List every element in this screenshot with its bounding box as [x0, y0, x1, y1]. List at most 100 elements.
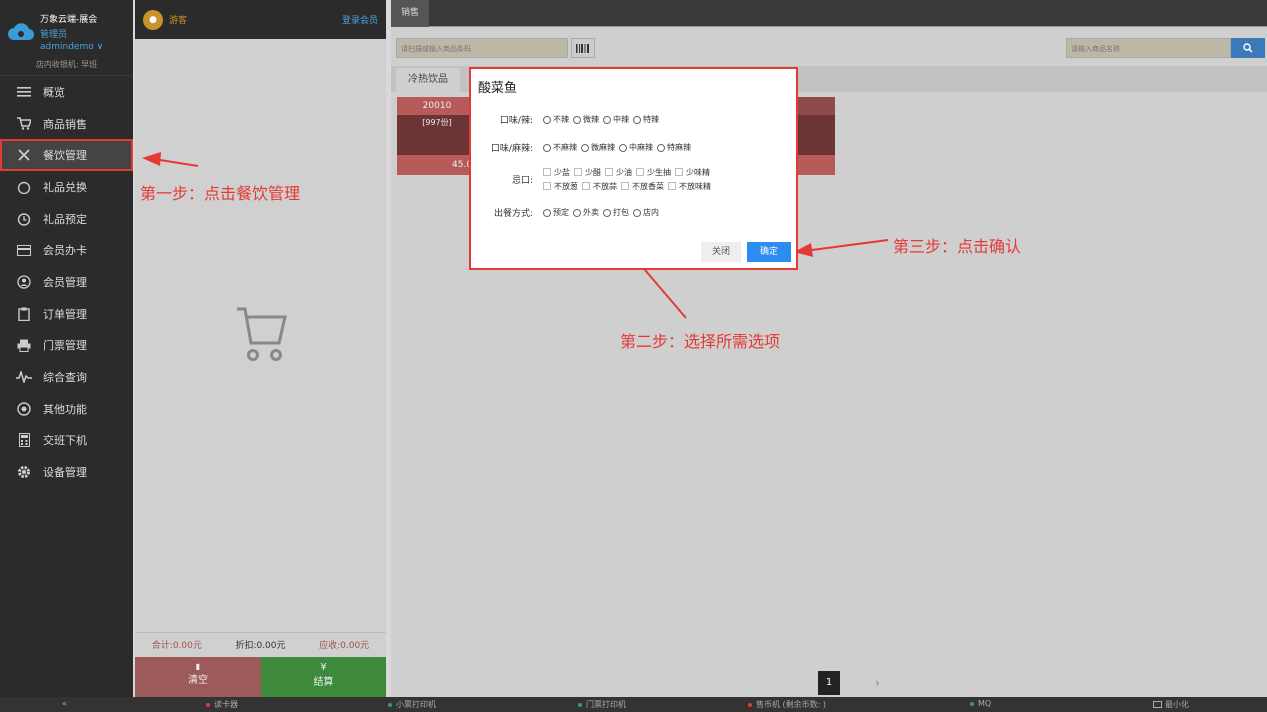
shift-info: 店内收银机: 早班	[35, 60, 98, 69]
numb-option[interactable]: 微麻辣	[581, 142, 615, 153]
pulse-icon	[15, 369, 33, 385]
serve-option[interactable]: 店内	[633, 207, 659, 218]
close-button[interactable]: 关闭	[701, 242, 741, 262]
radio-icon	[619, 143, 627, 152]
status-label: 门票打印机	[586, 700, 626, 709]
option-label: 不麻辣	[553, 143, 577, 152]
status-receipt-printer: 小票打印机	[388, 699, 436, 710]
barcode-input[interactable]: 请扫描或输入商品条码	[396, 38, 568, 58]
nav-label: 设备管理	[43, 466, 87, 480]
avoid-option[interactable]: 不放味精	[668, 181, 711, 192]
nav-item-shift-end[interactable]: 交班下机	[0, 425, 133, 457]
collapse-sidebar-button[interactable]: «	[62, 699, 67, 708]
gift-icon	[15, 179, 33, 195]
store-name: 万象云端-展会	[40, 15, 98, 25]
checkbox-icon	[636, 168, 644, 176]
nav-item-devices[interactable]: 设备管理	[0, 456, 133, 488]
nav-item-catering[interactable]: 餐饮管理	[0, 139, 133, 172]
numb-option[interactable]: 特麻辣	[657, 142, 691, 153]
clear-button[interactable]: ▮ 清空	[135, 657, 261, 697]
confirm-button[interactable]: 确定	[747, 242, 791, 262]
option-label: 打包	[613, 208, 629, 217]
numb-label: 口味/麻辣:	[490, 144, 533, 154]
status-label: MQ	[978, 699, 992, 708]
status-coin-machine: 售币机 (剩余币数: )	[748, 699, 826, 710]
nav-item-member-card[interactable]: 会员办卡	[0, 234, 133, 266]
nav-item-query[interactable]: 综合查询	[0, 361, 133, 393]
status-bar: « 读卡器 小票打印机 门票打印机 售币机 (剩余币数: ) MQ 最小化	[0, 697, 1267, 712]
clear-label: 清空	[188, 675, 208, 686]
nav-item-member-manage[interactable]: 会员管理	[0, 266, 133, 298]
serve-option[interactable]: 打包	[603, 207, 629, 218]
nav-label: 综合查询	[43, 371, 87, 385]
checkbox-icon	[543, 168, 551, 176]
avoid-option[interactable]: 少醋	[574, 167, 601, 178]
tab-bar: 销售	[391, 0, 1267, 27]
barcode-scan-button[interactable]	[571, 38, 595, 58]
serve-option[interactable]: 预定	[543, 207, 569, 218]
nav-label: 交班下机	[43, 434, 87, 448]
status-dot-icon	[578, 702, 582, 707]
numb-option[interactable]: 不麻辣	[543, 142, 577, 153]
checkbox-icon	[668, 182, 676, 190]
status-label: 小票打印机	[396, 700, 436, 709]
annotation-step1: 第一步：点击餐饮管理	[140, 184, 301, 203]
radio-icon	[657, 143, 665, 152]
login-member-link[interactable]: 登录会员	[342, 13, 378, 26]
product-code: 20010	[397, 97, 477, 115]
status-ticket-printer: 门票打印机	[578, 699, 626, 710]
tab-sales[interactable]: 销售	[391, 0, 430, 27]
avoid-label: 忌口:	[511, 175, 533, 186]
avoid-option[interactable]: 不放葱	[543, 181, 578, 192]
nav-item-gift-exchange[interactable]: 礼品兑换	[0, 171, 133, 203]
status-dot-icon	[748, 702, 752, 707]
next-page-icon[interactable]: ›	[875, 676, 880, 690]
spicy-option[interactable]: 特辣	[633, 114, 659, 125]
avoid-option[interactable]: 少盐	[543, 167, 570, 178]
serve-option[interactable]: 外卖	[573, 207, 599, 218]
brand-block: 万象云端-展会 管理员 admindemo ∨ 店内收银机: 早班	[0, 0, 133, 76]
spicy-option[interactable]: 不辣	[543, 114, 569, 125]
avoid-option[interactable]: 少油	[605, 167, 632, 178]
avoid-option[interactable]: 不放蒜	[582, 181, 617, 192]
radio-icon	[543, 208, 551, 217]
option-label: 不辣	[553, 115, 569, 124]
product-name-input[interactable]: 请输入商品名称	[1066, 38, 1231, 58]
radio-icon	[573, 115, 581, 124]
spicy-option[interactable]: 中辣	[603, 114, 629, 125]
numb-option[interactable]: 中麻辣	[619, 142, 653, 153]
nav-item-other[interactable]: 其他功能	[0, 393, 133, 425]
nav-item-overview[interactable]: 概览	[0, 76, 133, 108]
spicy-option[interactable]: 微辣	[573, 114, 599, 125]
checkout-button[interactable]: ¥ 结算	[261, 657, 386, 697]
category-tab[interactable]: 冷热饮品	[396, 68, 460, 92]
spicy-label: 口味/辣:	[499, 116, 533, 126]
avoid-row: 忌口: 少盐 少醋 少油 少生抽 少味精 不放葱 不放蒜 不放香菜 不放味精	[471, 166, 796, 192]
nav-item-orders[interactable]: 订单管理	[0, 298, 133, 330]
nav-item-gift-reserve[interactable]: 礼品预定	[0, 203, 133, 235]
page-button[interactable]: 1	[818, 671, 840, 695]
total-amount: 合计:0.00元	[151, 641, 202, 651]
numb-row: 口味/麻辣: 不麻辣 微麻辣 中麻辣 特麻辣	[471, 141, 796, 154]
avoid-option[interactable]: 少味精	[675, 167, 710, 178]
nav-label: 礼品兑换	[43, 180, 87, 194]
user-dropdown[interactable]: admindemo ∨	[40, 42, 103, 52]
nav-menu: 概览 商品销售 餐饮管理 礼品兑换 礼品预定 会员办卡 会员管理 订单管理 门票…	[0, 76, 133, 488]
trash-icon: ▮	[195, 662, 201, 671]
search-button[interactable]	[1231, 38, 1265, 58]
nav-label: 订单管理	[43, 307, 87, 321]
status-label: 最小化	[1165, 700, 1189, 709]
card-icon	[15, 242, 33, 258]
nav-label: 商品销售	[43, 117, 87, 131]
avoid-option[interactable]: 少生抽	[636, 167, 671, 178]
nav-item-tickets[interactable]: 门票管理	[0, 330, 133, 362]
option-label: 微麻辣	[591, 143, 615, 152]
barcode-icon	[576, 43, 589, 53]
minimize-button[interactable]: 最小化	[1153, 699, 1189, 710]
yen-icon: ¥	[320, 662, 327, 673]
avoid-option[interactable]: 不放香菜	[621, 181, 664, 192]
search-row: 请扫描或输入商品条码 请输入商品名称	[396, 38, 1267, 58]
nav-label: 礼品预定	[43, 212, 87, 226]
search-icon	[1243, 43, 1253, 53]
nav-item-product-sales[interactable]: 商品销售	[0, 108, 133, 140]
